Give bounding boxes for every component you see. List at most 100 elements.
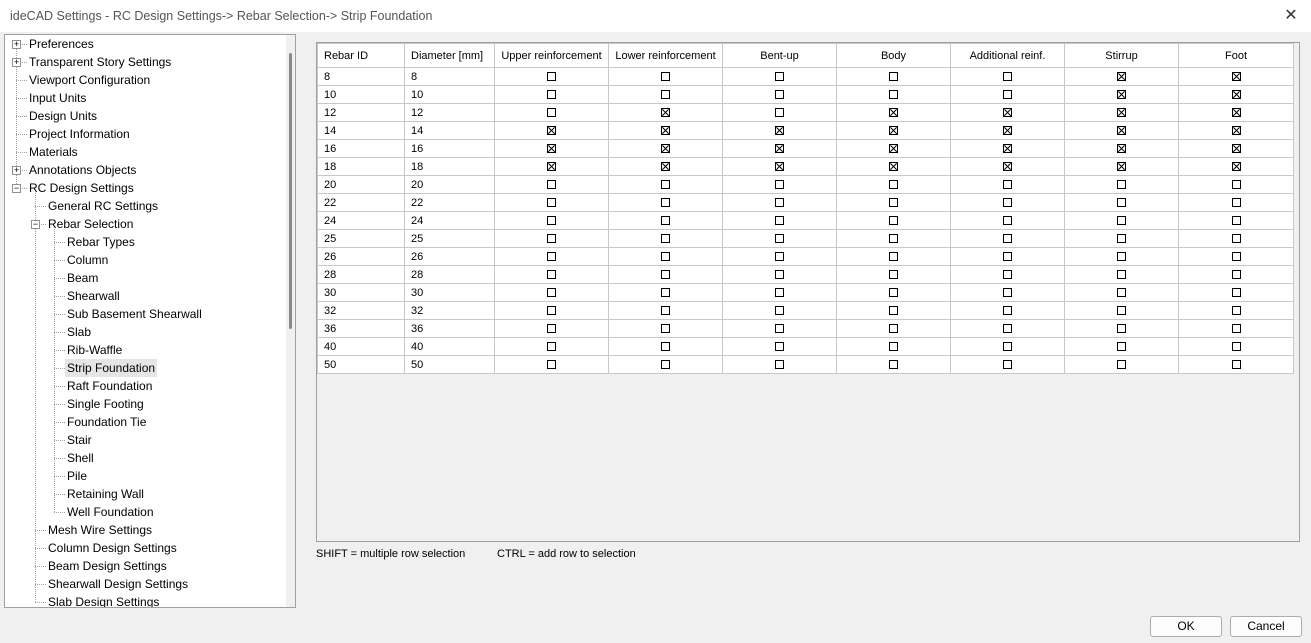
checkbox-cell[interactable] — [608, 337, 723, 356]
table-row[interactable]: 26 26 — [317, 247, 1294, 266]
checkbox[interactable] — [1003, 288, 1012, 298]
checkbox-cell[interactable] — [1178, 121, 1294, 140]
tree-item-rib-waffle[interactable]: Rib-Waffle — [67, 341, 122, 359]
checkbox-cell[interactable] — [722, 139, 837, 158]
diameter-cell[interactable]: 36 — [404, 319, 495, 338]
tree-item-viewport-configuration[interactable]: Viewport Configuration — [29, 71, 150, 89]
tree-item-mesh-wire-settings[interactable]: Mesh Wire Settings — [48, 521, 152, 539]
checkbox[interactable] — [1231, 180, 1241, 190]
checkbox-cell[interactable] — [722, 211, 837, 230]
checkbox-cell[interactable] — [494, 229, 609, 248]
checkbox[interactable] — [1003, 198, 1012, 208]
expand-icon[interactable]: + — [12, 40, 21, 49]
checkbox[interactable] — [661, 360, 670, 370]
collapse-icon[interactable]: − — [31, 220, 40, 229]
checkbox[interactable] — [1003, 144, 1012, 154]
checkbox[interactable] — [1003, 180, 1012, 190]
checkbox[interactable] — [775, 342, 784, 352]
tree-item-shearwall-design-settings[interactable]: Shearwall Design Settings — [48, 575, 188, 593]
tree-item-beam[interactable]: Beam — [67, 269, 98, 287]
table-row[interactable]: 28 28 — [317, 265, 1294, 284]
checkbox[interactable] — [661, 162, 670, 172]
table-row[interactable]: 25 25 — [317, 229, 1294, 248]
table-row[interactable]: 88 — [317, 67, 1294, 86]
checkbox-cell[interactable] — [1064, 67, 1179, 86]
tree-item-pile[interactable]: Pile — [67, 467, 87, 485]
checkbox[interactable] — [889, 126, 898, 136]
rebar-id-cell[interactable]: 28 — [317, 265, 405, 284]
checkbox[interactable] — [1117, 90, 1126, 100]
checkbox[interactable] — [1003, 306, 1012, 316]
checkbox[interactable] — [1231, 288, 1241, 298]
checkbox[interactable] — [547, 270, 556, 280]
column-header[interactable]: Foot — [1178, 43, 1294, 68]
diameter-cell[interactable]: 26 — [404, 247, 495, 266]
checkbox-cell[interactable] — [1178, 247, 1294, 266]
tree-item-input-units[interactable]: Input Units — [29, 89, 86, 107]
checkbox-cell[interactable] — [1064, 85, 1179, 104]
checkbox-cell[interactable] — [722, 355, 837, 374]
checkbox-cell[interactable] — [1178, 139, 1294, 158]
close-icon[interactable]: ✕ — [1281, 6, 1301, 26]
checkbox-cell[interactable] — [494, 67, 609, 86]
diameter-cell[interactable]: 16 — [404, 139, 495, 158]
table-row[interactable]: 18 18 — [317, 157, 1294, 176]
checkbox[interactable] — [889, 162, 898, 172]
checkbox[interactable] — [775, 144, 784, 154]
cancel-button[interactable]: Cancel — [1230, 616, 1302, 637]
checkbox-cell[interactable] — [836, 283, 951, 302]
table-row[interactable]: 20 20 — [317, 175, 1294, 194]
checkbox-cell[interactable] — [722, 103, 837, 122]
checkbox-cell[interactable] — [722, 337, 837, 356]
column-header[interactable]: Additional reinf. — [950, 43, 1065, 68]
checkbox[interactable] — [775, 306, 784, 316]
checkbox-cell[interactable] — [722, 301, 837, 320]
checkbox-cell[interactable] — [494, 139, 609, 158]
checkbox-cell[interactable] — [1178, 355, 1294, 374]
rebar-id-cell[interactable]: 22 — [317, 193, 405, 212]
checkbox[interactable] — [1003, 252, 1012, 262]
diameter-cell[interactable]: 20 — [404, 175, 495, 194]
checkbox[interactable] — [889, 216, 898, 226]
checkbox[interactable] — [889, 72, 898, 82]
column-header[interactable]: Body — [836, 43, 951, 68]
checkbox-cell[interactable] — [950, 265, 1065, 284]
checkbox-cell[interactable] — [1178, 337, 1294, 356]
table-row[interactable]: 40 40 — [317, 337, 1294, 356]
checkbox[interactable] — [1231, 162, 1241, 172]
tree-item-rc-design-settings[interactable]: RC Design Settings — [29, 179, 134, 197]
checkbox-cell[interactable] — [722, 157, 837, 176]
checkbox[interactable] — [1231, 234, 1241, 244]
checkbox[interactable] — [1117, 72, 1126, 82]
checkbox-cell[interactable] — [722, 283, 837, 302]
checkbox-cell[interactable] — [722, 247, 837, 266]
tree-item-column[interactable]: Column — [67, 251, 108, 269]
checkbox[interactable] — [1117, 288, 1126, 298]
checkbox[interactable] — [775, 90, 784, 100]
checkbox[interactable] — [661, 216, 670, 226]
checkbox[interactable] — [889, 306, 898, 316]
checkbox-cell[interactable] — [836, 139, 951, 158]
checkbox-cell[interactable] — [836, 319, 951, 338]
checkbox-cell[interactable] — [1178, 319, 1294, 338]
checkbox[interactable] — [1231, 144, 1241, 154]
checkbox-cell[interactable] — [722, 265, 837, 284]
checkbox[interactable] — [1117, 342, 1126, 352]
checkbox-cell[interactable] — [1064, 211, 1179, 230]
tree-item-rebar-types[interactable]: Rebar Types — [67, 233, 135, 251]
checkbox-cell[interactable] — [950, 229, 1065, 248]
checkbox-cell[interactable] — [836, 67, 951, 86]
checkbox[interactable] — [889, 270, 898, 280]
checkbox-cell[interactable] — [950, 211, 1065, 230]
checkbox[interactable] — [547, 216, 556, 226]
checkbox[interactable] — [661, 288, 670, 298]
checkbox-cell[interactable] — [836, 175, 951, 194]
checkbox-cell[interactable] — [1178, 175, 1294, 194]
checkbox[interactable] — [547, 252, 556, 262]
checkbox-cell[interactable] — [1064, 121, 1179, 140]
tree-item-sub-basement-shearwall[interactable]: Sub Basement Shearwall — [67, 305, 202, 323]
checkbox[interactable] — [547, 360, 556, 370]
expand-icon[interactable]: + — [12, 58, 21, 67]
diameter-cell[interactable]: 50 — [404, 355, 495, 374]
table-row[interactable]: 10 10 — [317, 85, 1294, 104]
